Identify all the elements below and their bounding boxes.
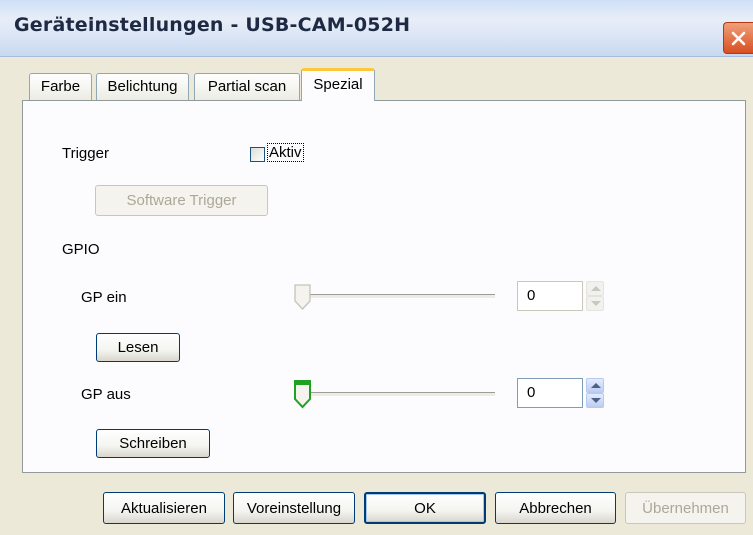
close-button[interactable]: [723, 22, 753, 54]
gp-ein-label: GP ein: [81, 289, 127, 306]
gp-ein-slider-thumb[interactable]: [293, 284, 313, 311]
close-icon: [731, 31, 746, 46]
aktiv-text: Aktiv: [267, 143, 304, 162]
spin-up-button[interactable]: [586, 378, 604, 393]
gpio-label: GPIO: [62, 241, 100, 258]
gp-ein-value-field[interactable]: 0: [517, 281, 583, 311]
lesen-button[interactable]: Lesen: [96, 333, 180, 362]
gp-aus-slider-track[interactable]: [296, 392, 495, 397]
trigger-label: Trigger: [62, 145, 109, 162]
tab-belichtung[interactable]: Belichtung: [96, 73, 189, 100]
abbrechen-button[interactable]: Abbrechen: [495, 492, 616, 524]
aktiv-checkbox[interactable]: [250, 147, 265, 162]
spin-up-button[interactable]: [586, 281, 604, 296]
aktiv-checkbox-label[interactable]: Aktiv: [267, 143, 304, 162]
arrow-up-icon: [591, 383, 601, 388]
tab-label: Belichtung: [107, 78, 178, 95]
gp-ein-spinner[interactable]: [586, 281, 604, 311]
software-trigger-button[interactable]: Software Trigger: [95, 185, 268, 216]
voreinstellung-button[interactable]: Voreinstellung: [233, 492, 355, 524]
gp-aus-value-field[interactable]: 0: [517, 378, 583, 408]
arrow-up-icon: [591, 286, 601, 291]
gp-ein-slider-track[interactable]: [296, 294, 495, 299]
tab-partial-scan[interactable]: Partial scan: [194, 73, 300, 100]
schreiben-button[interactable]: Schreiben: [96, 429, 210, 458]
gp-aus-label: GP aus: [81, 386, 131, 403]
ok-button[interactable]: OK: [364, 492, 486, 524]
arrow-down-icon: [591, 301, 601, 306]
tab-farbe[interactable]: Farbe: [29, 73, 92, 100]
tab-label: Spezial: [313, 76, 363, 93]
aktualisieren-button[interactable]: Aktualisieren: [103, 492, 225, 524]
spin-down-button[interactable]: [586, 296, 604, 311]
title-bar[interactable]: Geräteinstellungen - USB-CAM-052H: [0, 0, 753, 57]
tab-label: Partial scan: [207, 78, 287, 95]
device-settings-dialog: Geräteinstellungen - USB-CAM-052H Farbe …: [0, 0, 753, 535]
tab-panel-spezial: Trigger Aktiv Software Trigger GPIO GP e…: [22, 100, 746, 473]
gp-aus-spinner[interactable]: [586, 378, 604, 408]
gp-aus-slider-thumb[interactable]: [293, 380, 313, 409]
tab-label: Farbe: [40, 78, 81, 95]
tab-spezial[interactable]: Spezial: [301, 68, 375, 101]
uebernehmen-button[interactable]: Übernehmen: [625, 492, 746, 524]
spin-down-button[interactable]: [586, 393, 604, 408]
arrow-down-icon: [591, 398, 601, 403]
window-title: Geräteinstellungen - USB-CAM-052H: [14, 14, 411, 36]
